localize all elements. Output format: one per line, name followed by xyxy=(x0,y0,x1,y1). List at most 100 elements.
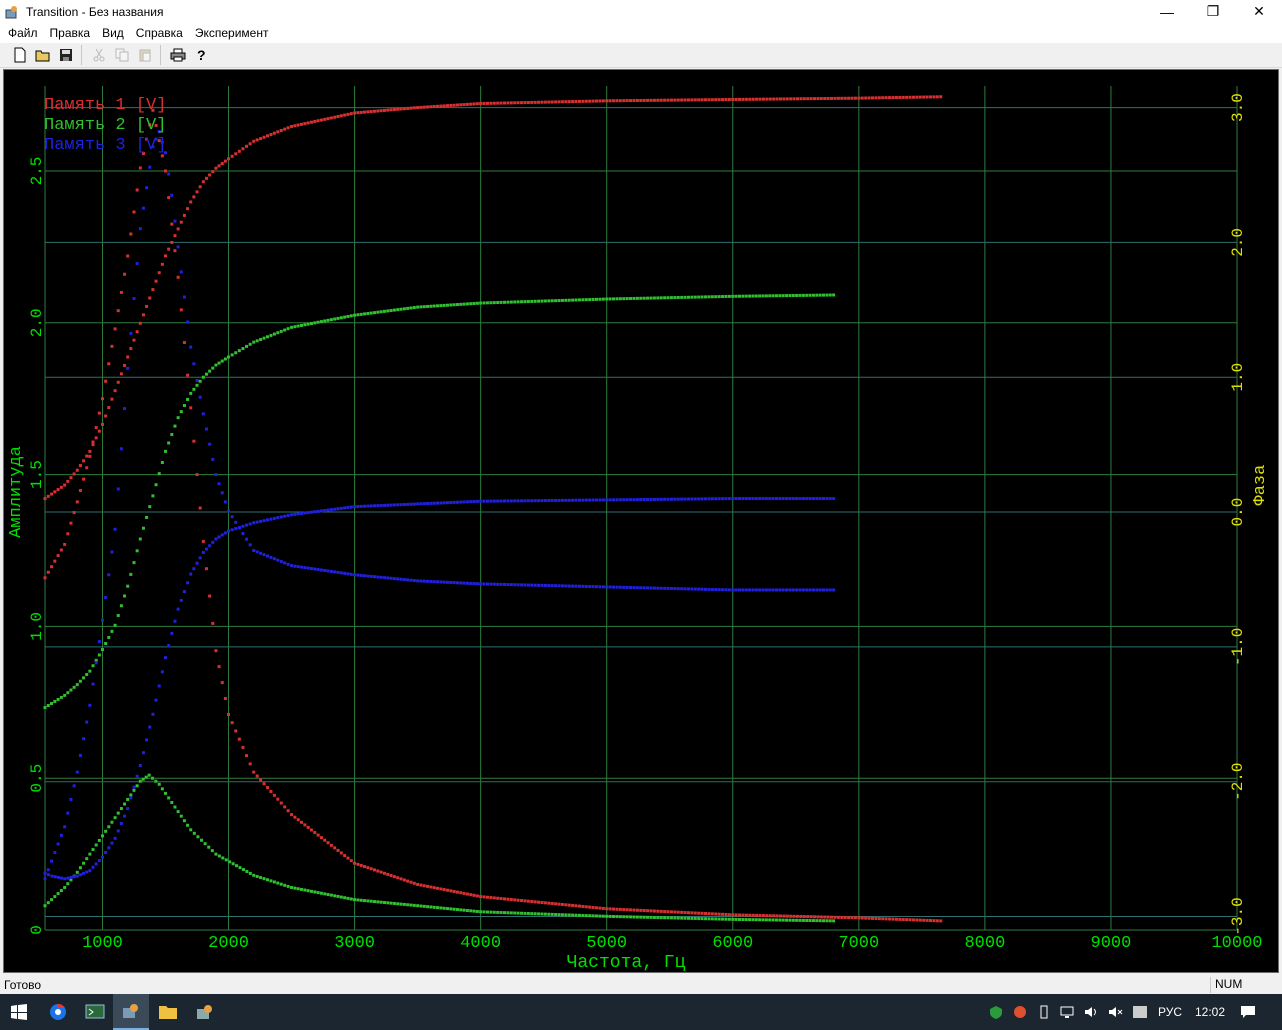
menu-view[interactable]: Вид xyxy=(96,26,130,40)
series3-phase-point xyxy=(533,499,537,503)
series3-phase-point xyxy=(822,497,826,501)
series1-phase-point xyxy=(141,313,145,317)
series1-amplitude-point xyxy=(204,567,208,571)
second-app-icon[interactable] xyxy=(187,994,223,1030)
series1-amplitude-point xyxy=(567,903,571,907)
series3-phase-point xyxy=(116,829,120,833)
terminal-app-icon[interactable] xyxy=(77,994,113,1030)
menu-experiment[interactable]: Эксперимент xyxy=(189,26,275,40)
series2-amplitude-point xyxy=(147,773,151,777)
menu-help[interactable]: Справка xyxy=(130,26,189,40)
series3-amplitude-point xyxy=(91,682,95,686)
series2-amplitude-point xyxy=(144,775,148,779)
series3-phase-point xyxy=(761,497,765,501)
language-indicator[interactable]: РУС xyxy=(1153,994,1187,1030)
series3-amplitude-point xyxy=(208,442,212,446)
series2-phase-point xyxy=(639,296,643,300)
series2-phase-point xyxy=(683,295,687,299)
series2-phase-point xyxy=(557,299,561,303)
series3-phase-point xyxy=(237,525,241,529)
series3-amplitude-point xyxy=(564,584,568,588)
series2-phase-point xyxy=(526,300,530,304)
clock[interactable]: 12:02 xyxy=(1190,994,1230,1030)
series3-amplitude-point xyxy=(499,582,503,586)
series1-phase-point xyxy=(396,107,400,111)
series1-phase-point xyxy=(659,98,663,102)
copy-icon[interactable] xyxy=(110,44,133,66)
series3-phase-point xyxy=(795,497,799,501)
transition-app-icon[interactable] xyxy=(113,994,149,1030)
series3-amplitude-point xyxy=(801,588,805,592)
series2-phase-point xyxy=(353,313,357,317)
print-icon[interactable] xyxy=(166,44,189,66)
cut-icon[interactable] xyxy=(87,44,110,66)
series2-amplitude-point xyxy=(100,834,104,838)
series2-phase-point xyxy=(449,303,453,307)
series1-phase-point xyxy=(506,101,510,105)
series2-phase-point xyxy=(554,299,558,303)
series2-amplitude-point xyxy=(700,917,704,921)
notifications-icon[interactable] xyxy=(1234,994,1262,1030)
series2-phase-point xyxy=(727,294,731,298)
series1-amplitude-point xyxy=(449,889,453,893)
series3-amplitude-point xyxy=(349,572,353,576)
network-tray-icon[interactable] xyxy=(1057,994,1079,1030)
series2-amplitude-point xyxy=(313,890,317,894)
series2-phase-point xyxy=(201,375,205,379)
y-tick-label: 1.5 xyxy=(28,460,46,489)
series3-amplitude-point xyxy=(509,583,513,587)
series2-amplitude-point xyxy=(449,907,453,911)
usb-tray-icon[interactable] xyxy=(1033,994,1055,1030)
series3-phase-point xyxy=(392,503,396,507)
menu-file[interactable]: Файл xyxy=(2,26,44,40)
series3-phase-point xyxy=(714,497,718,501)
series3-phase-point xyxy=(154,698,158,702)
series3-phase-point xyxy=(296,512,300,516)
new-document-icon[interactable] xyxy=(8,44,31,66)
series3-phase-point xyxy=(214,537,218,541)
series1-phase-point xyxy=(755,97,759,101)
app-tray-icon[interactable] xyxy=(1009,994,1031,1030)
save-icon[interactable] xyxy=(54,44,77,66)
series3-phase-point xyxy=(416,502,420,506)
keyboard-layout-tray-icon[interactable] xyxy=(1129,994,1151,1030)
series2-amplitude-point xyxy=(94,843,98,847)
windows-start-icon[interactable] xyxy=(0,994,38,1030)
series3-phase-point xyxy=(717,497,721,501)
menu-edit[interactable]: Правка xyxy=(44,26,97,40)
close-button[interactable]: ✕ xyxy=(1236,0,1282,23)
series2-phase-point xyxy=(503,300,507,304)
series2-phase-point xyxy=(509,300,513,304)
series1-amplitude-point xyxy=(881,917,885,921)
series2-phase-point xyxy=(189,391,193,395)
chrome-icon[interactable] xyxy=(40,994,76,1030)
series2-phase-point xyxy=(283,328,287,332)
series3-amplitude-point xyxy=(503,582,507,586)
series1-phase-point xyxy=(836,96,840,100)
plot-area[interactable]: 1000 2000 3000 4000 5000 6000 7000 8000 9000 1000… xyxy=(3,69,1279,973)
file-explorer-icon[interactable] xyxy=(150,994,186,1030)
maximize-button[interactable]: ❐ xyxy=(1190,0,1236,23)
mute-tray-icon[interactable] xyxy=(1105,994,1127,1030)
series3-amplitude-point xyxy=(419,579,423,583)
series2-amplitude-point xyxy=(429,905,433,909)
series2-phase-point xyxy=(748,294,752,298)
series1-amplitude-point xyxy=(635,908,639,912)
volume-tray-icon[interactable] xyxy=(1081,994,1103,1030)
series2-amplitude-point xyxy=(179,814,183,818)
help-icon[interactable]: ? xyxy=(189,44,212,66)
series1-amplitude-point xyxy=(584,905,588,909)
open-folder-icon[interactable] xyxy=(31,44,54,66)
series1-amplitude-point xyxy=(126,254,130,258)
series3-phase-point xyxy=(622,498,626,502)
minimize-button[interactable]: — xyxy=(1144,0,1190,23)
security-tray-icon[interactable] xyxy=(985,994,1007,1030)
series2-phase-point xyxy=(223,357,227,361)
series2-amplitude-point xyxy=(182,819,186,823)
series2-phase-point xyxy=(339,316,343,320)
series3-amplitude-point xyxy=(116,487,120,491)
series1-amplitude-point xyxy=(622,908,626,912)
paste-icon[interactable] xyxy=(133,44,156,66)
series3-amplitude-point xyxy=(615,585,619,589)
series3-phase-point xyxy=(293,512,297,516)
